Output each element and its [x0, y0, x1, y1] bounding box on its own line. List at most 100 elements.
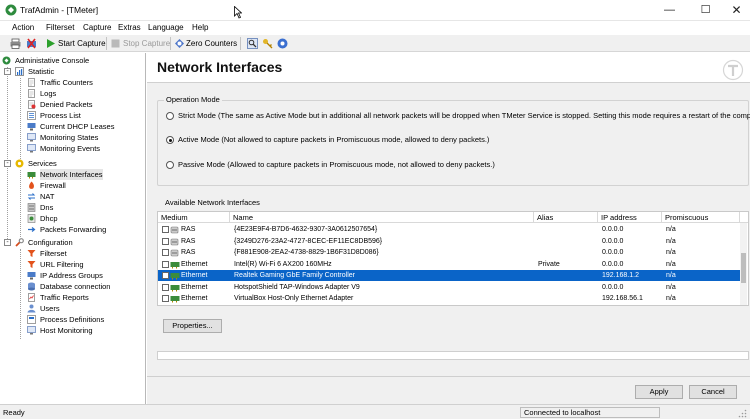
cancel-button[interactable]: Cancel [689, 385, 737, 399]
tree-item-label: Services [28, 159, 57, 168]
report-icon [28, 293, 35, 302]
table-row[interactable]: RAS {4E23E9F4-B7D6-4632-9307-3A0612507654… [158, 224, 741, 235]
column-header-alias[interactable]: Alias [534, 212, 598, 223]
row-checkbox[interactable] [162, 226, 169, 233]
tree-item-label: Users [40, 304, 60, 313]
cell-name: HotspotShield TAP-Windows Adapter V9 [234, 283, 360, 291]
dns-icon [27, 203, 36, 212]
menu-action[interactable]: Action [12, 23, 34, 32]
tree-item-label: URL Filtering [40, 260, 84, 269]
properties-button[interactable]: Properties... [163, 319, 222, 333]
nat-icon [27, 193, 36, 200]
search-icon[interactable] [247, 38, 258, 49]
row-checkbox[interactable] [162, 295, 169, 302]
row-checkbox[interactable] [162, 260, 169, 268]
ras-connection-icon [170, 226, 179, 234]
zero-counters-icon[interactable] [174, 38, 185, 49]
cell-ip-address: 0.0.0.0 [602, 283, 624, 291]
tree-item-label: Dns [40, 203, 54, 212]
process-icon [27, 315, 36, 324]
chart-icon [15, 67, 24, 76]
ras-connection-icon [170, 238, 179, 245]
table-row[interactable]: RAS {F881E908-2EA2-4738-8829-1B6F31D8D086… [158, 247, 741, 258]
ethernet-adapter-icon [170, 273, 180, 280]
firewall-icon [29, 181, 34, 189]
cell-medium: RAS [181, 237, 196, 245]
filter-icon [27, 261, 36, 268]
interfaces-table: Medium Name Alias IP address Promiscuous… [157, 211, 749, 306]
cell-ip-address: 0.0.0.0 [602, 226, 624, 233]
printer-icon[interactable] [10, 38, 21, 49]
menu-language[interactable]: Language [148, 23, 184, 32]
tree-connector [20, 249, 21, 339]
help-icon[interactable] [277, 38, 288, 49]
ethernet-adapter-icon [170, 261, 180, 268]
column-header-promiscuous[interactable]: Promiscuous [662, 212, 740, 223]
column-header-name[interactable]: Name [230, 212, 534, 223]
tree-item-label: Packets Forwarding [40, 225, 107, 234]
menu-extras[interactable]: Extras [118, 23, 141, 32]
cell-promiscuous: n/a [666, 260, 676, 268]
table-row[interactable]: Ethernet Intel(R) Wi-Fi 6 AX200 160MHz Pri… [158, 259, 741, 270]
stop-capture-button[interactable]: Stop Capture [123, 39, 170, 48]
cell-name: Intel(R) Wi-Fi 6 AX200 160MHz [234, 260, 332, 268]
maximize-button[interactable]: ☐ [688, 0, 723, 21]
start-capture-icon[interactable] [45, 38, 56, 49]
app-icon [5, 4, 17, 16]
column-header-ip-address[interactable]: IP address [598, 212, 662, 223]
table-scrollbar[interactable] [740, 223, 747, 305]
disconnect-icon[interactable] [26, 38, 37, 49]
cell-medium: Ethernet [181, 295, 208, 302]
tree-item-label: Network Interfaces [40, 169, 103, 180]
document-icon [28, 100, 36, 109]
page-title: Network Interfaces [157, 59, 283, 75]
tree-item-label: IP Address Groups [40, 271, 103, 280]
table-header: Medium Name Alias IP address Promiscuous [158, 212, 748, 223]
database-icon [28, 282, 35, 291]
menu-capture[interactable]: Capture [83, 23, 111, 32]
strict-mode-radio[interactable] [166, 112, 174, 120]
row-checkbox[interactable] [162, 283, 169, 291]
cell-name: {3249D276-23A2-4727-8CEC-EF11EC8DB596} [234, 237, 383, 245]
apply-button[interactable]: Apply [635, 385, 683, 399]
column-header-medium[interactable]: Medium [158, 212, 230, 223]
list-icon [27, 111, 36, 120]
wrench-icon [15, 238, 24, 247]
collapse-statistic-icon[interactable]: - [4, 68, 11, 75]
network-icon [27, 123, 36, 131]
table-row[interactable]: Ethernet Realtek Gaming GbE Family Contro… [158, 270, 741, 281]
operation-mode-group: Operation Mode Strict Mode (The same as … [157, 95, 750, 186]
network-card-icon [27, 172, 36, 179]
tree-item-label: Traffic Reports [40, 293, 89, 302]
row-checkbox[interactable] [162, 237, 169, 245]
resize-grip-icon[interactable] [738, 409, 747, 418]
title-bar: TrafAdmin - [TMeter] — ☐ ✕ [0, 0, 750, 21]
menu-filterset[interactable]: Filterset [46, 23, 74, 32]
key-icon[interactable] [262, 38, 273, 49]
menu-help[interactable]: Help [192, 23, 208, 32]
collapse-configuration-icon[interactable]: - [4, 239, 11, 246]
users-icon [27, 304, 36, 313]
collapse-services-icon[interactable]: - [4, 160, 11, 167]
table-row[interactable]: Ethernet HotspotShield TAP-Windows Adapte… [158, 282, 741, 293]
table-row[interactable]: Ethernet VirtualBox Host-Only Ethernet Ad… [158, 293, 741, 304]
start-capture-button[interactable]: Start Capture [58, 39, 106, 48]
row-checkbox[interactable] [162, 249, 169, 256]
active-mode-radio[interactable] [166, 136, 174, 144]
console-icon [2, 56, 11, 65]
cell-medium: RAS [181, 249, 196, 256]
tree-item-label: Process Definitions [40, 315, 105, 324]
cell-ip-address: 192.168.56.1 [602, 295, 643, 302]
scrollbar-thumb[interactable] [741, 253, 746, 283]
ethernet-adapter-icon [170, 296, 180, 303]
strict-mode-label: Strict Mode (The same as Active Mode but… [178, 111, 750, 120]
zero-counters-button[interactable]: Zero Counters [186, 39, 237, 48]
tree-item-label: Filterset [40, 249, 67, 258]
table-row[interactable]: RAS {3249D276-23A2-4727-8CEC-EF11EC8DB596… [158, 236, 741, 247]
row-checkbox[interactable] [162, 272, 169, 279]
tree-item-label: Logs [40, 89, 57, 98]
passive-mode-label: Passive Mode (Allowed to capture packets… [178, 160, 495, 169]
minimize-button[interactable]: — [652, 0, 687, 21]
close-window-button[interactable]: ✕ [719, 0, 750, 21]
passive-mode-radio[interactable] [166, 161, 174, 169]
